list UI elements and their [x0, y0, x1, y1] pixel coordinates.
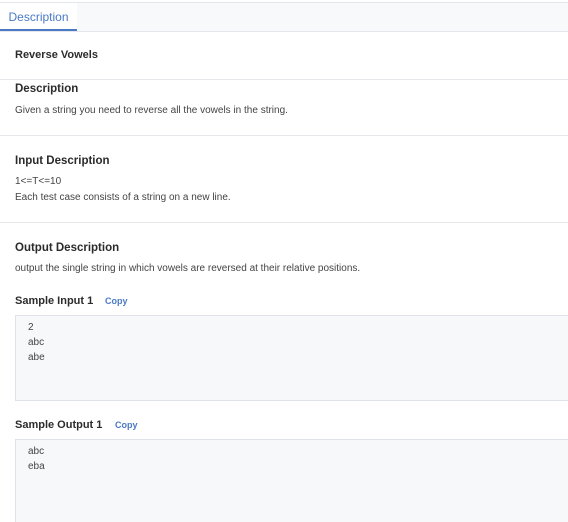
- divider: [0, 222, 568, 223]
- sample-input-line: 2: [28, 322, 34, 333]
- description-text: Given a string you need to reverse all t…: [15, 105, 288, 116]
- sample-input-heading: Sample Input 1: [15, 295, 94, 307]
- sample-output-heading: Sample Output 1: [15, 419, 103, 431]
- problem-title: Reverse Vowels: [15, 49, 98, 61]
- description-heading: Description: [15, 83, 79, 95]
- divider: [0, 135, 568, 136]
- tab-description[interactable]: Description: [0, 3, 77, 31]
- output-description-heading: Output Description: [15, 242, 120, 254]
- input-format-text: Each test case consists of a string on a…: [15, 192, 231, 203]
- sample-input-line: abc: [28, 337, 45, 348]
- input-constraint-text: 1<=T<=10: [15, 176, 62, 187]
- sample-output-box[interactable]: abc eba: [15, 439, 568, 522]
- copy-sample-input-button[interactable]: Copy: [105, 296, 128, 306]
- divider: [0, 79, 568, 80]
- sample-output-line: eba: [28, 461, 45, 472]
- sample-input-line: abe: [28, 352, 45, 363]
- copy-sample-output-button[interactable]: Copy: [115, 420, 138, 430]
- sample-output-line: abc: [28, 446, 45, 457]
- tab-bar: Description: [0, 3, 568, 32]
- sample-input-box[interactable]: 2 abc abe: [15, 315, 568, 401]
- input-description-heading: Input Description: [15, 155, 110, 167]
- problem-page: Description Reverse Vowels Description G…: [0, 0, 568, 522]
- output-description-text: output the single string in which vowels…: [15, 263, 361, 274]
